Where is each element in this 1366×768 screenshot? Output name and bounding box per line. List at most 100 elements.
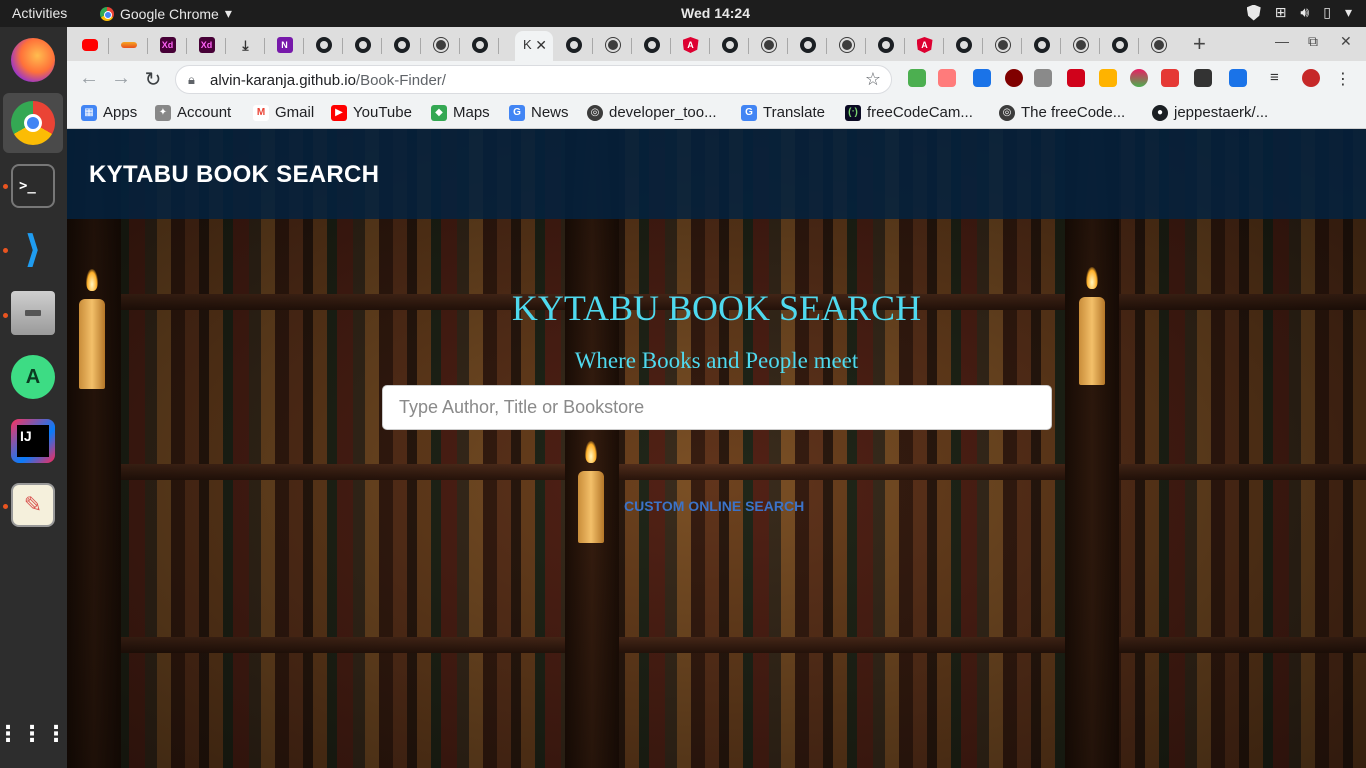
dock-firefox[interactable] xyxy=(3,30,63,90)
intellij-icon: IJ xyxy=(11,419,55,463)
bookmark-jeppestaerk[interactable]: ● jeppestaerk/... xyxy=(1152,104,1268,121)
back-button[interactable]: ← xyxy=(77,67,101,90)
tab-angular[interactable]: A xyxy=(905,31,944,59)
dock-vscode[interactable]: ⟩ xyxy=(3,219,63,279)
dock-chrome[interactable] xyxy=(3,93,63,153)
tab-globe[interactable] xyxy=(827,31,866,59)
new-tab-button[interactable]: + xyxy=(1193,31,1206,57)
activities-button[interactable]: Activities xyxy=(12,5,67,21)
dock-files[interactable] xyxy=(3,283,63,343)
extension-icon[interactable] xyxy=(1067,69,1085,87)
bookmark-star-icon[interactable]: ☆ xyxy=(865,69,881,90)
reload-button[interactable]: ↻ xyxy=(141,67,165,92)
tab-globe[interactable] xyxy=(983,31,1022,59)
minimize-button[interactable]: — xyxy=(1275,33,1289,49)
heart-icon[interactable] xyxy=(1130,69,1148,87)
close-icon[interactable]: ✕ xyxy=(535,37,547,54)
tab-active[interactable]: K ✕ xyxy=(515,31,553,61)
camera-icon[interactable] xyxy=(1034,69,1052,87)
search-input[interactable] xyxy=(382,385,1052,430)
angular-icon: A xyxy=(916,37,933,53)
system-top-bar: Activities Google Chrome ▾ Wed 14:24 ⊞ 🔊… xyxy=(0,0,1366,27)
tab-xd[interactable]: Xd xyxy=(187,31,226,59)
media-control-icon[interactable]: ≡ xyxy=(1270,69,1288,87)
tab-github[interactable] xyxy=(710,31,749,59)
tab-github[interactable] xyxy=(944,31,983,59)
dock-android-studio[interactable]: A xyxy=(3,347,63,407)
tab-github[interactable] xyxy=(866,31,905,59)
tab-github[interactable] xyxy=(554,31,593,59)
maximize-button[interactable]: ⧉ xyxy=(1308,33,1318,50)
bookmark-developer-tools[interactable]: ◎ developer_too... xyxy=(587,104,717,121)
tab-angular[interactable]: A xyxy=(671,31,710,59)
bookmark-the-freecode[interactable]: ◎ The freeCode... xyxy=(999,104,1125,121)
extension-icon[interactable] xyxy=(1229,69,1247,87)
forward-button[interactable]: → xyxy=(109,67,133,90)
dock-intellij[interactable]: IJ xyxy=(3,411,63,471)
volume-icon[interactable]: 🔊︎ xyxy=(1300,4,1309,21)
globe-icon xyxy=(604,37,621,53)
bookmark-translate[interactable]: G Translate xyxy=(741,104,825,121)
network-icon[interactable]: ⊞ xyxy=(1275,4,1287,21)
tab-github[interactable] xyxy=(632,31,671,59)
bookmarks-bar: ▦ Apps ✦ Account M Gmail ▶ YouTube ◆ Maps G Ne… xyxy=(67,98,1366,129)
lock-icon[interactable]: 🔒︎ xyxy=(188,72,195,88)
extension-icon[interactable] xyxy=(1099,69,1117,87)
globe-icon: ◎ xyxy=(999,104,1015,121)
tab-onenote[interactable]: N xyxy=(265,31,304,59)
battery-icon[interactable]: ▯ xyxy=(1323,4,1331,21)
clock[interactable]: Wed 14:24 xyxy=(681,5,750,21)
bookmark-maps[interactable]: ◆ Maps xyxy=(431,104,490,121)
gmail-icon: M xyxy=(253,104,269,121)
dock-terminal[interactable]: >_ xyxy=(3,156,63,216)
tab-globe[interactable] xyxy=(749,31,788,59)
tab-globe[interactable] xyxy=(593,31,632,59)
show-applications-button[interactable]: ⋮⋮⋮ xyxy=(0,703,67,763)
tab-github[interactable] xyxy=(343,31,382,59)
tab-generic[interactable] xyxy=(109,31,148,59)
app-menu[interactable]: Google Chrome ▾ xyxy=(100,5,232,22)
bookmark-freecodecamp[interactable]: (ᐧ) freeCodeCam... xyxy=(845,104,973,121)
tab-github[interactable] xyxy=(460,31,499,59)
dock-text-editor[interactable]: ✎ xyxy=(3,475,63,535)
bookmark-gmail[interactable]: M Gmail xyxy=(253,104,314,121)
tab-globe[interactable] xyxy=(1139,31,1178,59)
extension-icon[interactable] xyxy=(1161,69,1179,87)
extension-icon[interactable] xyxy=(973,69,991,87)
tab-github[interactable] xyxy=(304,31,343,59)
tab-globe[interactable] xyxy=(421,31,460,59)
tab-download[interactable]: ⤓ xyxy=(226,31,265,59)
bookmark-youtube[interactable]: ▶ YouTube xyxy=(331,104,412,121)
tab-github[interactable] xyxy=(382,31,421,59)
bookmark-apps[interactable]: ▦ Apps xyxy=(81,104,137,121)
close-window-button[interactable]: ✕ xyxy=(1340,33,1352,50)
tab-github[interactable] xyxy=(1022,31,1061,59)
candle-image xyxy=(578,471,604,543)
tab-github[interactable] xyxy=(788,31,827,59)
system-tray[interactable]: ⊞ 🔊︎ ▯ ▾ xyxy=(1246,4,1352,21)
shield-icon[interactable] xyxy=(1246,4,1261,21)
avatar[interactable] xyxy=(1302,69,1320,87)
bookmark-news[interactable]: G News xyxy=(509,104,569,121)
tab-xd[interactable]: Xd xyxy=(148,31,187,59)
tab-strip: Xd Xd ⤓ N K ✕ A A + — ⧉ ✕ xyxy=(67,27,1366,61)
site-brand[interactable]: KYTABU BOOK SEARCH xyxy=(89,161,379,189)
cube-icon[interactable] xyxy=(1194,69,1212,87)
dock: >_ ⟩ A IJ ✎ ⋮⋮⋮ xyxy=(0,27,67,768)
tab-globe[interactable] xyxy=(1061,31,1100,59)
github-icon xyxy=(393,37,410,53)
adobe-xd-icon: Xd xyxy=(198,37,215,53)
extension-android-icon[interactable] xyxy=(908,69,926,87)
maps-icon: ◆ xyxy=(431,104,447,121)
github-icon xyxy=(721,37,738,53)
chevron-down-icon[interactable]: ▾ xyxy=(1345,4,1352,21)
custom-online-search-link[interactable]: CUSTOM ONLINE SEARCH xyxy=(624,498,804,514)
address-bar[interactable]: 🔒︎ alvin-karanja.github.io/Book-Finder/ … xyxy=(175,65,892,94)
menu-icon[interactable]: ⋮ xyxy=(1335,69,1353,88)
tab-youtube[interactable] xyxy=(70,31,109,59)
extension-icon[interactable] xyxy=(938,69,956,87)
bookmark-account[interactable]: ✦ Account xyxy=(155,104,231,121)
ublock-icon[interactable] xyxy=(1005,69,1023,87)
globe-icon xyxy=(994,37,1011,53)
tab-github[interactable] xyxy=(1100,31,1139,59)
